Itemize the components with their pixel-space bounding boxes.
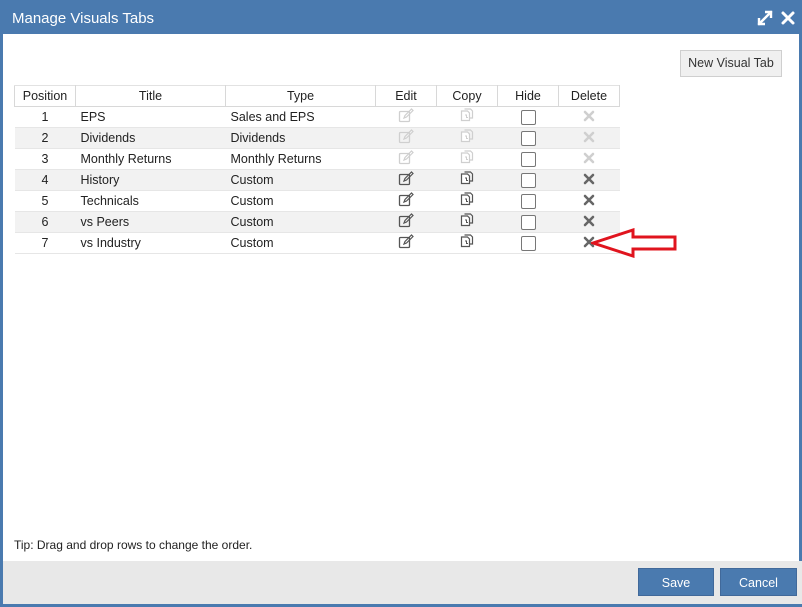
row-title: Monthly Returns: [75, 148, 226, 170]
hide-checkbox[interactable]: [520, 235, 536, 251]
edit-icon[interactable]: [398, 128, 414, 148]
table-row[interactable]: 4 History Custom: [14, 169, 620, 191]
copy-icon[interactable]: [459, 212, 475, 232]
edit-icon[interactable]: [398, 170, 414, 190]
row-title: Technicals: [75, 190, 226, 212]
table-row[interactable]: 6 vs Peers Custom: [14, 211, 620, 233]
close-icon[interactable]: [779, 9, 797, 27]
expand-icon[interactable]: [756, 9, 774, 27]
hide-checkbox[interactable]: [520, 172, 536, 188]
hide-checkbox[interactable]: [520, 109, 536, 125]
row-type: Custom: [225, 211, 376, 233]
hide-checkbox[interactable]: [520, 151, 536, 167]
new-visual-tab-button[interactable]: New Visual Tab: [680, 50, 782, 77]
dialog-titlebar: Manage Visuals Tabs: [3, 0, 802, 34]
edit-icon[interactable]: [398, 149, 414, 169]
column-header-title: Title: [75, 85, 226, 107]
copy-icon[interactable]: [459, 107, 475, 127]
cancel-button[interactable]: Cancel: [720, 568, 797, 596]
row-type: Sales and EPS: [225, 106, 376, 128]
delete-icon[interactable]: [583, 131, 595, 146]
row-position: 6: [14, 211, 76, 233]
column-header-position: Position: [14, 85, 76, 107]
copy-icon[interactable]: [459, 170, 475, 190]
column-header-type: Type: [225, 85, 376, 107]
copy-icon[interactable]: [459, 191, 475, 211]
row-type: Custom: [225, 232, 376, 254]
row-position: 7: [14, 232, 76, 254]
column-header-delete: Delete: [558, 85, 620, 107]
visual-tabs-table: Position Title Type Edit Copy Hide Delet…: [14, 85, 620, 254]
row-position: 4: [14, 169, 76, 191]
copy-icon[interactable]: [459, 149, 475, 169]
edit-icon[interactable]: [398, 107, 414, 127]
row-title: History: [75, 169, 226, 191]
table-row[interactable]: 5 Technicals Custom: [14, 190, 620, 212]
table-row[interactable]: 7 vs Industry Custom: [14, 232, 620, 254]
delete-icon[interactable]: [583, 152, 595, 167]
row-type: Dividends: [225, 127, 376, 149]
hide-checkbox[interactable]: [520, 214, 536, 230]
edit-icon[interactable]: [398, 191, 414, 211]
delete-icon[interactable]: [583, 194, 595, 209]
copy-icon[interactable]: [459, 128, 475, 148]
row-position: 3: [14, 148, 76, 170]
row-title: Dividends: [75, 127, 226, 149]
table-row[interactable]: 2 Dividends Dividends: [14, 127, 620, 149]
column-header-hide: Hide: [497, 85, 559, 107]
table-row[interactable]: 1 EPS Sales and EPS: [14, 106, 620, 128]
row-title: vs Peers: [75, 211, 226, 233]
row-title: EPS: [75, 106, 226, 128]
table-row[interactable]: 3 Monthly Returns Monthly Returns: [14, 148, 620, 170]
tip-text: Tip: Drag and drop rows to change the or…: [14, 538, 253, 552]
manage-visuals-dialog: Manage Visuals Tabs New Visual Tab Posit…: [0, 0, 802, 607]
row-type: Custom: [225, 190, 376, 212]
hide-checkbox[interactable]: [520, 130, 536, 146]
copy-icon[interactable]: [459, 233, 475, 253]
row-type: Custom: [225, 169, 376, 191]
row-type: Monthly Returns: [225, 148, 376, 170]
hide-checkbox[interactable]: [520, 193, 536, 209]
column-header-copy: Copy: [436, 85, 498, 107]
row-position: 2: [14, 127, 76, 149]
edit-icon[interactable]: [398, 212, 414, 232]
row-position: 5: [14, 190, 76, 212]
table-header-row: Position Title Type Edit Copy Hide Delet…: [14, 85, 620, 107]
dialog-title: Manage Visuals Tabs: [12, 10, 155, 27]
column-header-edit: Edit: [375, 85, 437, 107]
edit-icon[interactable]: [398, 233, 414, 253]
delete-icon[interactable]: [583, 110, 595, 125]
delete-icon[interactable]: [583, 173, 595, 188]
row-title: vs Industry: [75, 232, 226, 254]
save-button[interactable]: Save: [638, 568, 714, 596]
arrow-annotation: [591, 228, 677, 258]
row-position: 1: [14, 106, 76, 128]
